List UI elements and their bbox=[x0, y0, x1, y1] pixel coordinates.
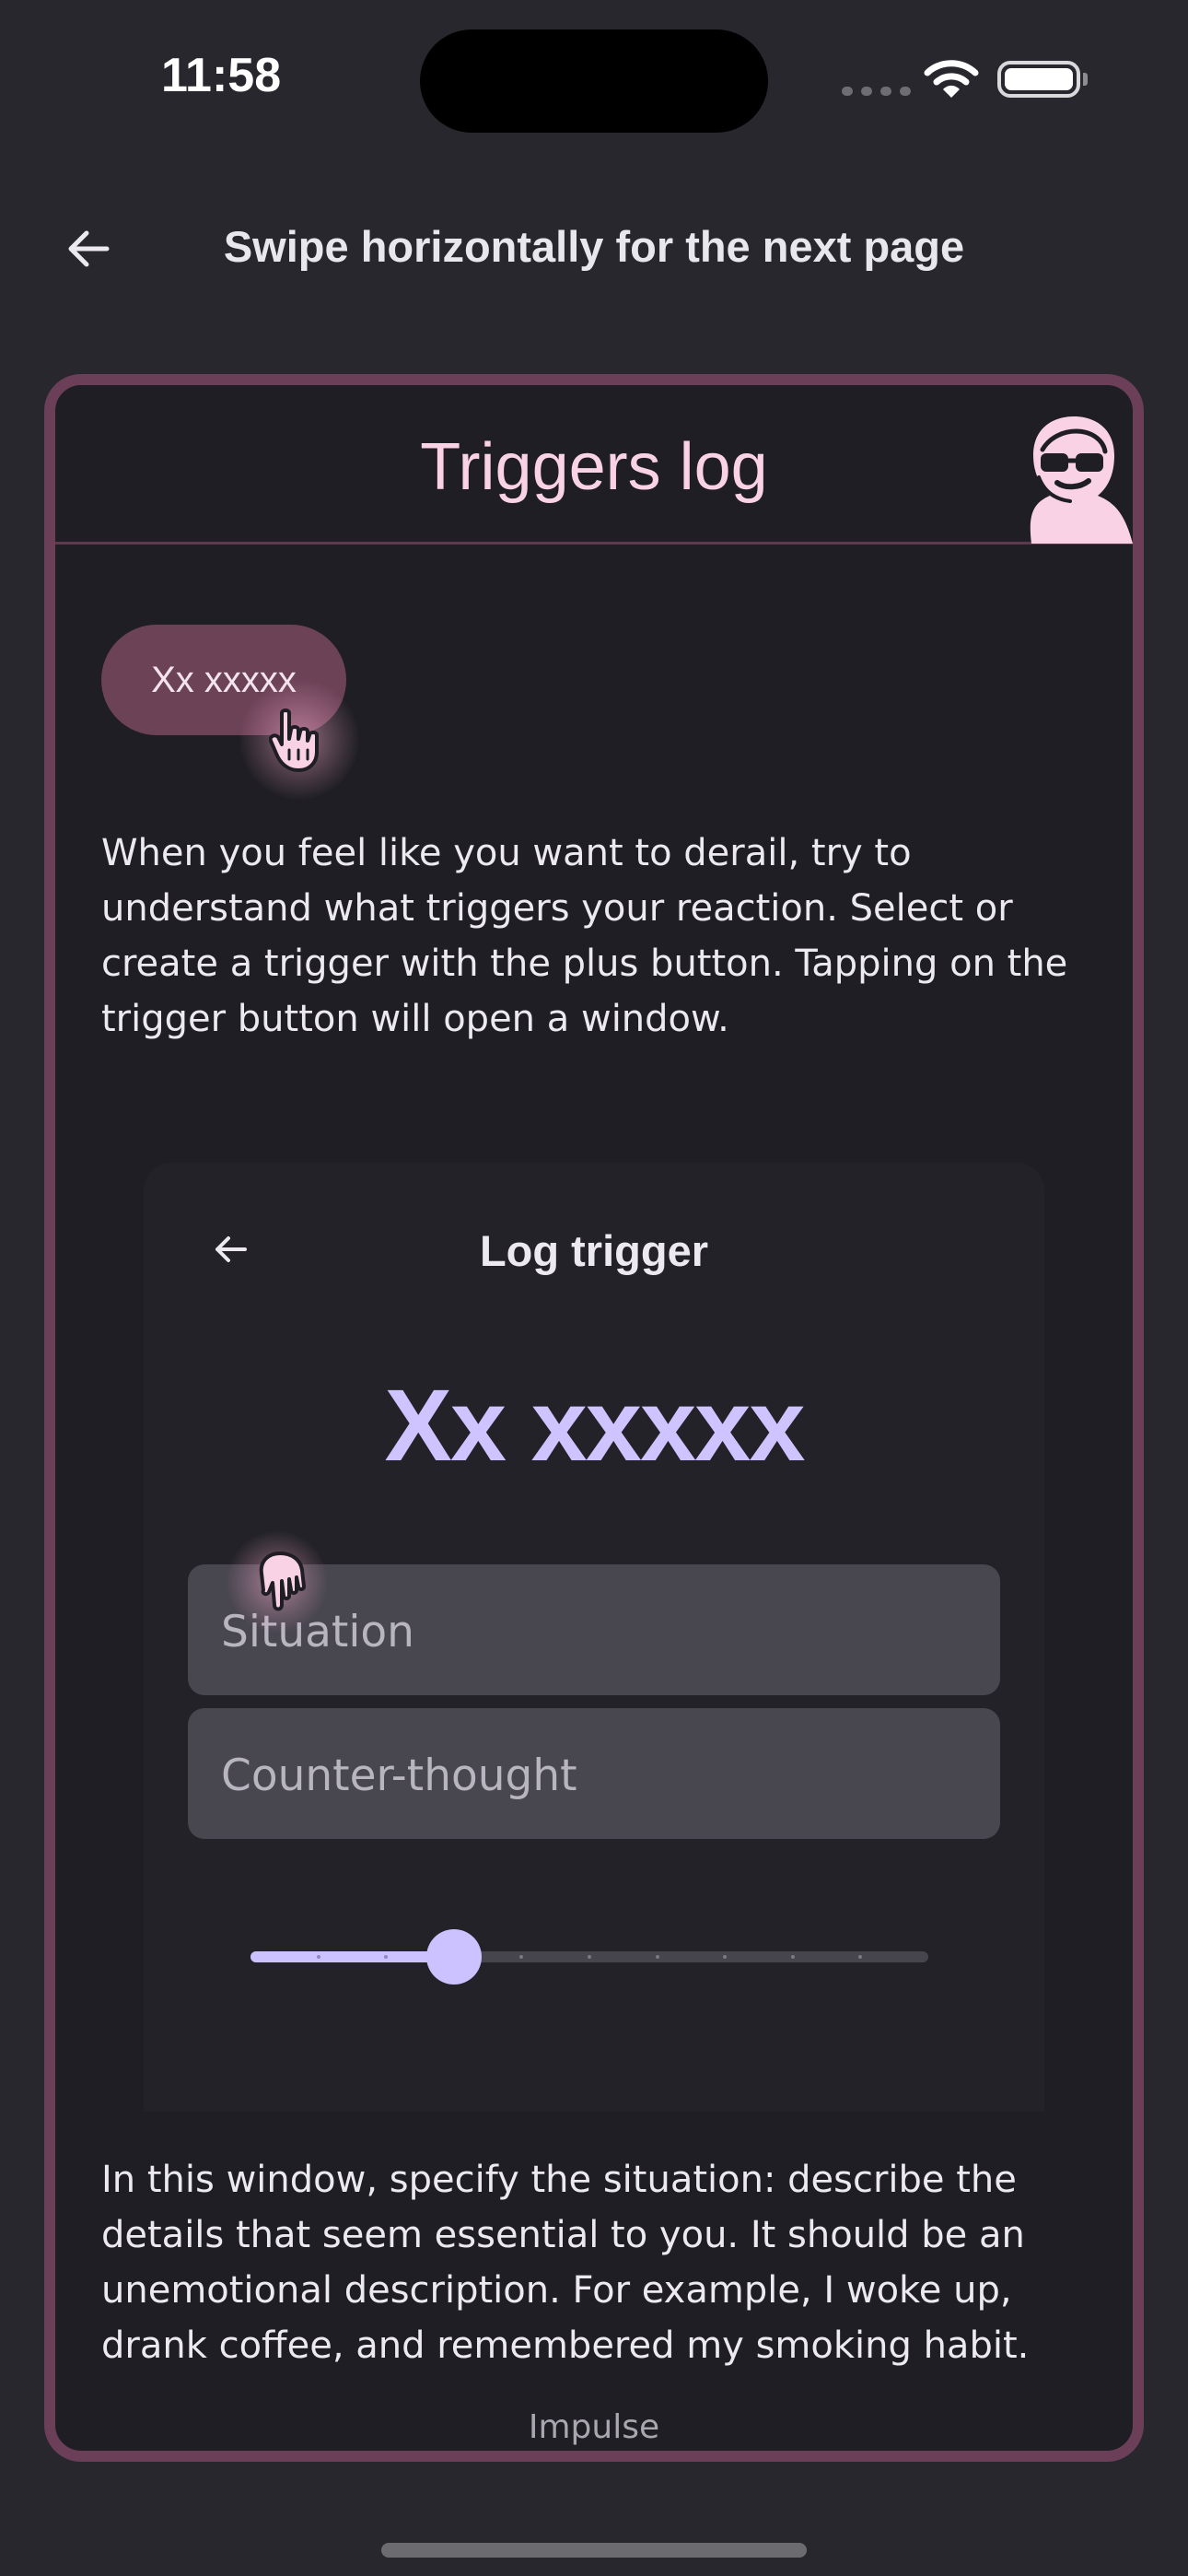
impulse-slider-tick bbox=[790, 1955, 795, 1959]
card-header: Triggers log bbox=[55, 385, 1133, 544]
mascot-icon bbox=[1030, 416, 1133, 544]
cellular-signal-icon bbox=[842, 87, 911, 96]
dialog-title: Log trigger bbox=[479, 1226, 709, 1275]
impulse-slider[interactable] bbox=[250, 1929, 928, 1985]
impulse-slider-tick bbox=[723, 1955, 728, 1959]
trigger-name: Xx xxxxx bbox=[384, 1369, 806, 1482]
window-paragraph: In this window, specify the situation: d… bbox=[101, 2159, 1030, 2367]
log-trigger-dialog: Log trigger Xx xxxxx Situation Counter-t… bbox=[144, 1163, 1044, 2446]
impulse-slider-tick bbox=[655, 1955, 659, 1959]
impulse-slider-tick bbox=[858, 1955, 863, 1959]
impulse-slider-tick bbox=[588, 1955, 591, 1959]
page-title: Swipe horizontally for the next page bbox=[223, 222, 965, 271]
tutorial-card: Triggers log Xx xxxxx When you feel like… bbox=[44, 374, 1144, 2462]
counter-thought-placeholder: Counter-thought bbox=[221, 1751, 577, 1801]
battery-icon bbox=[997, 61, 1080, 98]
impulse-slider-tick bbox=[316, 1955, 320, 1959]
impulse-label: Impulse bbox=[528, 2408, 660, 2446]
impulse-slider-tick bbox=[519, 1955, 524, 1959]
status-time: 11:58 bbox=[161, 49, 282, 102]
battery-cap bbox=[1083, 73, 1088, 86]
intro-paragraph: When you feel like you want to derail, t… bbox=[101, 832, 1068, 1040]
impulse-slider-fill bbox=[250, 1951, 454, 1962]
tap-hand-icon bbox=[269, 708, 319, 772]
card-title: Triggers log bbox=[420, 430, 768, 504]
impulse-slider-thumb[interactable] bbox=[425, 1929, 482, 1985]
screen: 11:58 Swipe horizontally for the next pa… bbox=[0, 0, 1188, 2576]
dynamic-island bbox=[420, 29, 768, 133]
pointing-hand-icon bbox=[259, 1551, 306, 1611]
counter-thought-field[interactable]: Counter-thought bbox=[188, 1708, 1000, 1839]
wifi-icon bbox=[924, 60, 979, 98]
home-indicator[interactable] bbox=[381, 2543, 807, 2558]
